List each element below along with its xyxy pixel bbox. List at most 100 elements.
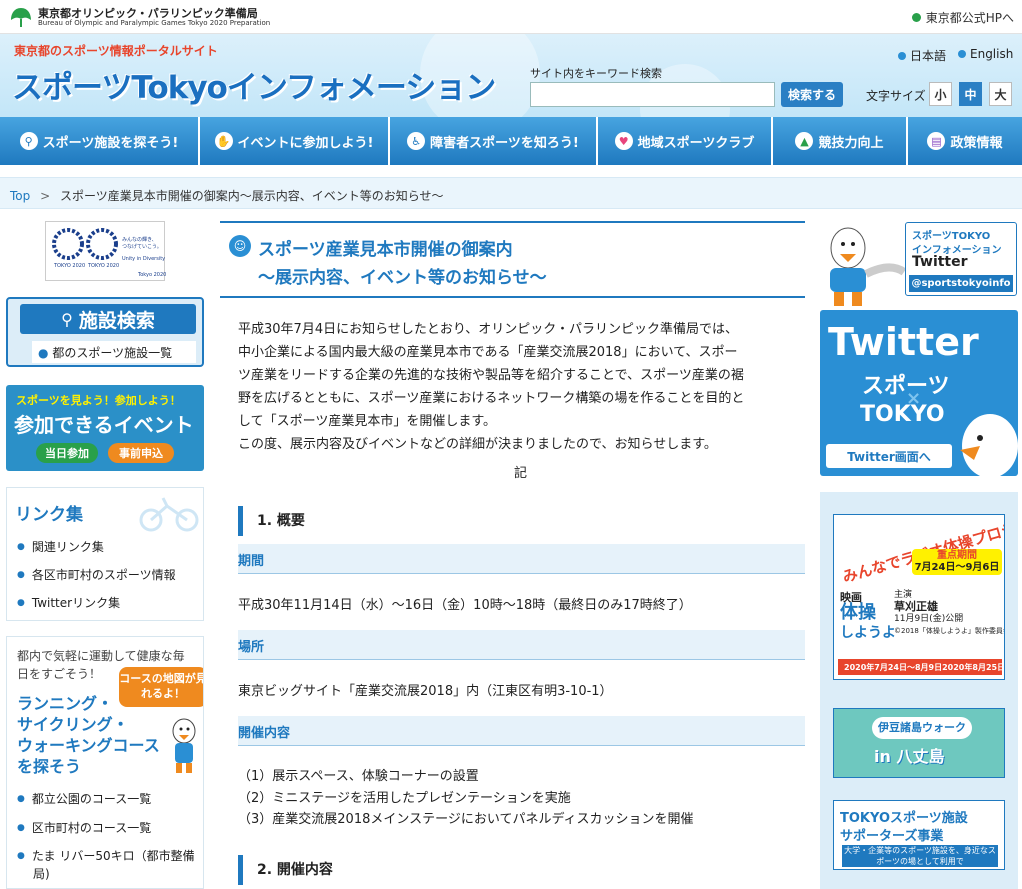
intro-line: 野を広げるとともに、スポーツ産業におけるネットワーク構築の場を作ることを目的と [238,391,745,406]
radio-actor-line: ©2018「体操しようよ」製作委員会 [894,627,1005,635]
font-size-label: 文字サイズ [866,89,926,103]
document-icon: ▤ [927,132,946,150]
site-logo[interactable]: スポーツTokyoインフォメーション [12,62,496,107]
content-item: （2）ミニステージを活用したプレゼンテーションを実施 [238,791,571,806]
course-link-municipal[interactable]: ● 区市町村のコース一覧 [17,819,151,836]
article-intro: 平成30年7月4日にお知らせしたとおり、オリンピック・パラリンピック準備局では、… [238,318,802,456]
hand-icon: ✋ [214,132,233,150]
breadcrumb-top-link[interactable]: Top [10,189,30,203]
link-label: Twitterリンク集 [31,596,121,610]
site-header: 東京都のスポーツ情報ポータルサイト スポーツTokyoインフォメーション サイト… [0,34,1022,117]
global-nav: ⚲ スポーツ施設を探そう! ✋ イベントに参加しよう! ♿ 障害者スポーツを知ろ… [0,117,1022,165]
supporters-description: 大学・企業等のスポーツ施設を、身近なスポーツの場として利用で [842,845,998,867]
facility-list-link[interactable]: ● 都のスポーツ施設一覧 [32,341,196,363]
font-size-small-button[interactable]: 小 [929,82,952,106]
event-banner[interactable]: スポーツを見よう！参加しよう！ 参加できるイベント 当日参加 事前申込 [6,385,204,471]
nav-label: イベントに参加しよう! [237,135,374,151]
link-label: 都立公園のコース一覧 [31,792,152,806]
bullet-icon: ● [38,346,49,360]
radio-banner-badge: 重点期間 7月24日～9月6日 [912,549,1002,575]
course-link-tama-river-cont[interactable]: 局) [33,865,50,882]
sub-heading-content: 開催内容 [238,716,805,746]
radio-date: 2020年8月25日～9月6日 [942,663,1005,672]
bullet-icon: ● [17,541,25,552]
radio-actor-info: 主演 草刈正雄 11月9日(金)公開 ©2018「体操しようよ」製作委員会 [894,589,1005,637]
page-title: スポーツ産業見本市開催の御案内 [258,240,513,260]
breadcrumb-current: スポーツ産業見本市開催の御案内～展示内容、イベント等のお知らせ～ [59,189,444,203]
link-label: 関連リンク集 [31,540,104,554]
same-day-tag[interactable]: 当日参加 [36,443,98,463]
nav-policy-info[interactable]: ▤ 政策情報 [908,117,1022,165]
twitter-banner[interactable]: Twitter スポーツ × TOKYO Twitter画面へ [820,310,1018,476]
heart-icon: ♥ [614,132,633,150]
nav-label: 地域スポーツクラブ [637,135,755,151]
emblem-tokyo2020: Tokyo 2020 [138,272,167,278]
search-icon: ⚲ [61,309,73,329]
official-hp-link[interactable]: 東京都公式HPへ [911,9,1014,26]
emblem-label: TOKYO 2020 [88,263,120,269]
hachijo-walk-banner[interactable]: 伊豆諸島ウォーク in 八丈島 [833,708,1005,778]
lang-english-link[interactable]: English [958,47,1013,61]
link-twitter[interactable]: ● Twitterリンク集 [17,594,120,611]
intro-line: 平成30年7月4日にお知らせしたとおり、オリンピック・パラリンピック準備局では、 [238,322,739,337]
twitter-account-card[interactable]: スポーツTOKYO インフォメーション Twitter @sportstokyo… [905,222,1017,296]
intro-line: 中小企業による国内最大級の産業見本市である「産業交流展2018」において、スポー [238,345,738,360]
lang-japanese-link[interactable]: 日本語 [898,47,946,64]
link-label: 局) [33,867,50,881]
course-link-tama-river[interactable]: ● たま リバー50キロ（都市整備 [17,847,195,864]
emblem-line1: みんなの輝き、 [122,237,157,243]
facility-search-button[interactable]: ⚲ 施設検索 [20,304,196,334]
sub-heading-place: 場所 [238,630,805,660]
nav-facility-search[interactable]: ⚲ スポーツ施設を探そう! [0,117,200,165]
nav-join-event[interactable]: ✋ イベントに参加しよう! [200,117,390,165]
search-input[interactable] [530,82,775,107]
pre-registration-tag[interactable]: 事前申込 [108,443,174,463]
facility-search-box: ⚲ 施設検索 ● 都のスポーツ施設一覧 [6,297,204,367]
link-municipal-sports[interactable]: ● 各区市町村のスポーツ情報 [17,566,176,583]
emblem-line2: つなげていこう。 [122,244,162,250]
bullet-icon [898,51,906,60]
twitter-card-name: Twitter [912,254,968,270]
radio-badge-line: 重点期間 [937,550,977,561]
course-title-line: サイクリング・ [17,715,129,734]
link-related[interactable]: ● 関連リンク集 [17,538,104,555]
search-button[interactable]: 検索する [781,82,843,107]
nav-local-club[interactable]: ♥ 地域スポーツクラブ [598,117,773,165]
course-title[interactable]: ランニング・ サイクリング・ ウォーキングコース を探そう [17,693,160,777]
radio-film-name-line: 体操 [840,602,876,623]
bullet-icon: ● [17,822,25,833]
arrow-up-icon: ▲ [795,132,814,150]
nav-competitive-strength[interactable]: ▲ 競技力向上 [773,117,908,165]
tokyo2020-emblem-banner[interactable]: TOKYO 2020 TOKYO 2020 みんなの輝き、 つなげていこう。 U… [45,221,167,281]
event-banner-subtitle: スポーツを見よう！参加しよう！ [16,394,181,407]
course-link-parks[interactable]: ● 都立公園のコース一覧 [17,790,151,807]
emblem-label: TOKYO 2020 [54,263,86,269]
links-title: リンク集 [15,505,83,525]
nav-label: 競技力向上 [818,135,884,151]
section-heading-details: 2. 開催内容 [238,855,805,885]
lang-ja-label: 日本語 [910,49,947,63]
hachijo-walk-label: 伊豆諸島ウォーク [872,717,972,739]
bullet-icon: ● [17,597,25,608]
breadcrumb: Top > スポーツ産業見本市開催の御案内～展示内容、イベント等のお知らせ～ [0,177,1022,209]
intro-line: ツ産業をリードする企業の先進的な技術や製品等を紹介することで、スポーツ産業の裾 [238,368,744,383]
radio-date: 2020年7月24日～8月9日 [844,663,943,672]
twitter-handle: @sportstokyoinfo [909,275,1013,292]
page-subtitle: ～展示内容、イベント等のお知らせ～ [258,268,547,288]
cyclist-icon [139,497,199,532]
content-item: （3）産業交流展2018メインステージにおいてパネルディスカッションを開催 [238,812,694,827]
link-label: 各区市町村のスポーツ情報 [31,568,176,582]
font-size-large-button[interactable]: 大 [989,82,1012,106]
bullet-icon [911,13,921,22]
course-title-line: を探そう [17,757,82,776]
supporters-banner[interactable]: TOKYOスポーツ施設 サポーターズ事業 大学・企業等のスポーツ施設を、身近なス… [833,800,1005,870]
twitter-open-button[interactable]: Twitter画面へ [826,444,952,468]
bullet-icon [958,50,966,58]
bullet-icon: ● [17,850,25,861]
intro-line: この度、展示内容及びイベントなどの詳細が決まりましたので、お知らせします。 [238,437,717,452]
font-size-medium-button[interactable]: 中 [959,82,982,106]
radio-exercise-banner[interactable]: みんなでラジオ体操プロジェクト 重点期間 7月24日～9月6日 映画 体操 しよ… [833,514,1005,680]
nav-disability-sports[interactable]: ♿ 障害者スポーツを知ろう! [390,117,598,165]
tokyo-gov-logo-icon[interactable] [10,6,32,28]
intro-line: して「スポーツ産業見本市」を開催します。 [238,414,497,429]
